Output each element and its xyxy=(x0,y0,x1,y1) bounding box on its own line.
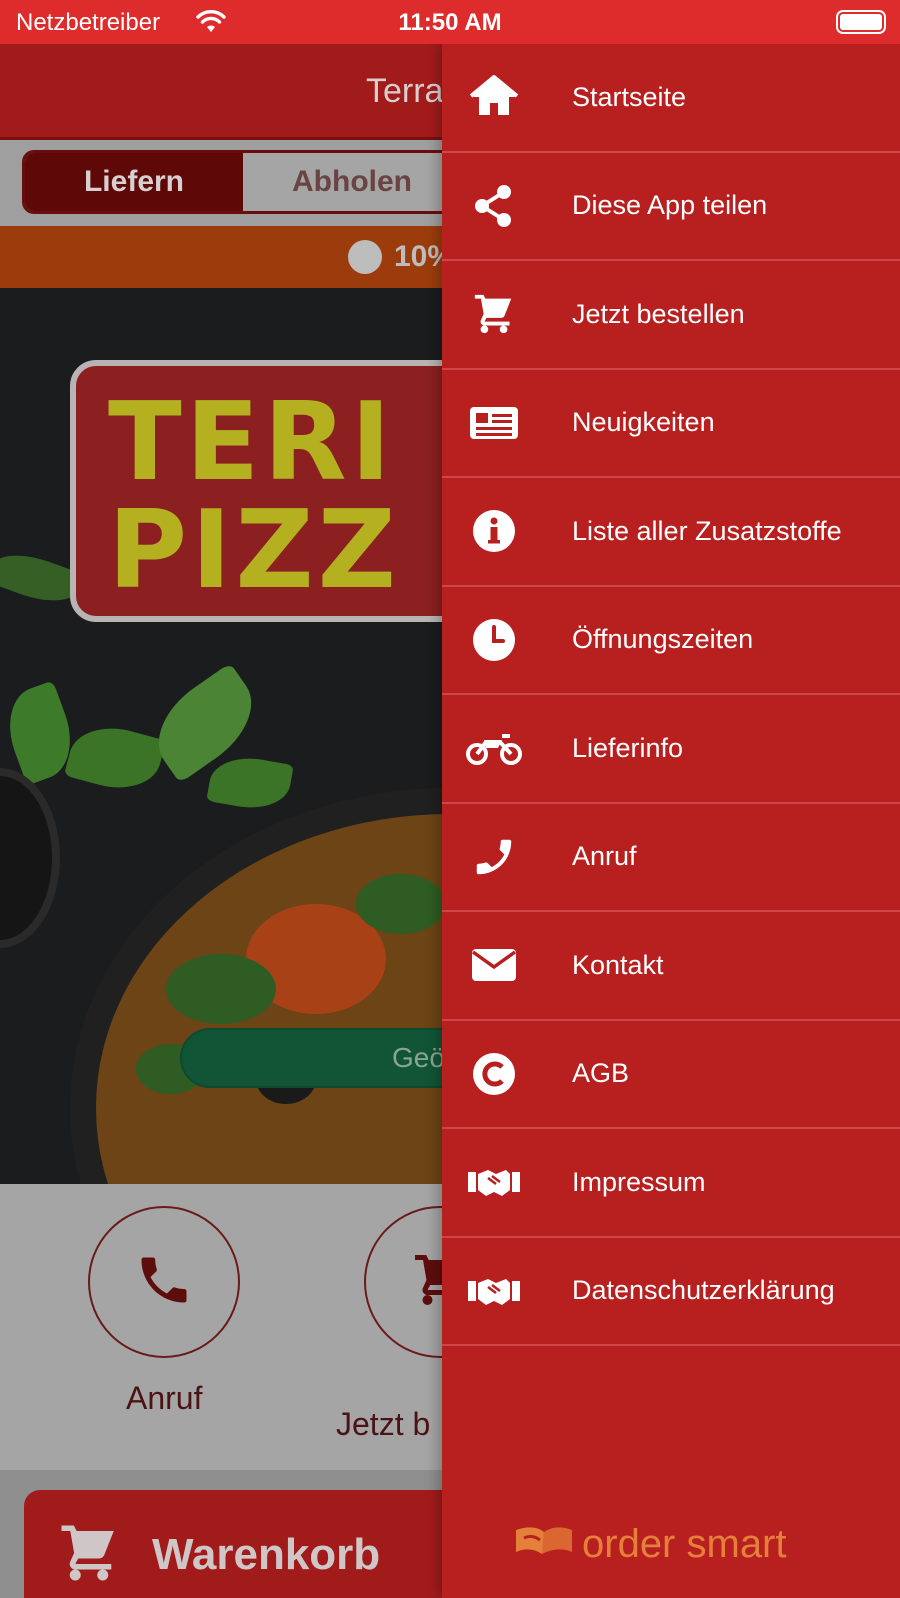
phone-icon xyxy=(466,833,522,881)
order-smart-logo: order smart xyxy=(514,1522,787,1567)
menu-label: Anruf xyxy=(572,841,637,872)
call-action-label: Anruf xyxy=(126,1380,203,1416)
motorcycle-icon xyxy=(466,724,522,772)
status-time: 11:50 AM xyxy=(398,9,502,36)
drawer-menu-list: Startseite Diese App teilen Jetzt bestel… xyxy=(442,44,900,1346)
menu-label: Öffnungszeiten xyxy=(572,624,754,655)
segment-liefern[interactable]: Liefern xyxy=(25,153,243,211)
badge-icon xyxy=(348,240,382,274)
menu-label: Jetzt bestellen xyxy=(572,298,745,329)
cart-icon xyxy=(56,1520,122,1591)
menu-item-share[interactable]: Diese App teilen xyxy=(442,153,900,261)
basil-leaf xyxy=(206,751,294,815)
brand-name: order smart xyxy=(582,1522,787,1566)
menu-item-order[interactable]: Jetzt bestellen xyxy=(442,261,900,370)
menu-label: Neuigkeiten xyxy=(572,407,715,438)
logo-line-1: TERI xyxy=(108,380,395,505)
segment-abholen[interactable]: Abholen xyxy=(243,153,459,211)
herb-topping xyxy=(166,954,276,1024)
menu-item-opening-hours[interactable]: Öffnungszeiten xyxy=(442,587,900,695)
open-status-text: Geö xyxy=(392,1042,445,1073)
status-bar: Netzbetreiber 11:50 AM xyxy=(0,0,900,44)
copyright-icon xyxy=(466,1050,522,1098)
order-mode-segmented-control: Liefern Abholen xyxy=(22,150,462,214)
herb-bowl xyxy=(0,768,60,948)
app-title: Terra xyxy=(366,72,444,110)
menu-item-news[interactable]: Neuigkeiten xyxy=(442,370,900,478)
side-drawer-menu: Startseite Diese App teilen Jetzt bestel… xyxy=(442,44,900,1598)
handshake-icon xyxy=(466,1158,522,1206)
menu-label: Datenschutzerklärung xyxy=(572,1275,835,1306)
clock-icon xyxy=(466,616,522,664)
menu-item-contact[interactable]: Kontakt xyxy=(442,912,900,1021)
menu-label: Startseite xyxy=(572,81,687,112)
menu-item-additives[interactable]: Liste aller Zusatzstoffe xyxy=(442,478,900,587)
menu-item-delivery-info[interactable]: Lieferinfo xyxy=(442,695,900,804)
logo-line-2: PIZZ xyxy=(108,488,400,613)
menu-label: Kontakt xyxy=(572,949,664,980)
menu-item-privacy[interactable]: Datenschutzerklärung xyxy=(442,1238,900,1346)
info-icon xyxy=(466,507,522,555)
menu-item-startseite[interactable]: Startseite xyxy=(442,44,900,153)
call-action-button[interactable] xyxy=(88,1206,240,1358)
cart-icon xyxy=(466,290,522,338)
menu-item-agb[interactable]: AGB xyxy=(442,1021,900,1129)
cart-button-label: Warenkorb xyxy=(152,1530,381,1579)
battery-icon xyxy=(836,10,886,34)
menu-label: Impressum xyxy=(572,1166,706,1197)
envelope-icon xyxy=(466,941,522,989)
menu-label: AGB xyxy=(572,1058,630,1089)
handshake-icon xyxy=(466,1267,522,1315)
herb-topping xyxy=(356,874,446,934)
menu-item-call[interactable]: Anruf xyxy=(442,804,900,912)
basil-leaf xyxy=(63,717,167,799)
menu-label: Diese App teilen xyxy=(572,190,768,221)
order-action-label: Jetzt b xyxy=(336,1406,431,1442)
phone-icon xyxy=(134,1250,194,1315)
newspaper-icon xyxy=(466,399,522,447)
menu-label: Liste aller Zusatzstoffe xyxy=(572,515,842,546)
home-icon xyxy=(466,73,522,121)
menu-label: Lieferinfo xyxy=(572,732,684,763)
order-smart-logo-icon xyxy=(514,1524,574,1565)
menu-item-impressum[interactable]: Impressum xyxy=(442,1129,900,1238)
share-icon xyxy=(466,182,522,230)
